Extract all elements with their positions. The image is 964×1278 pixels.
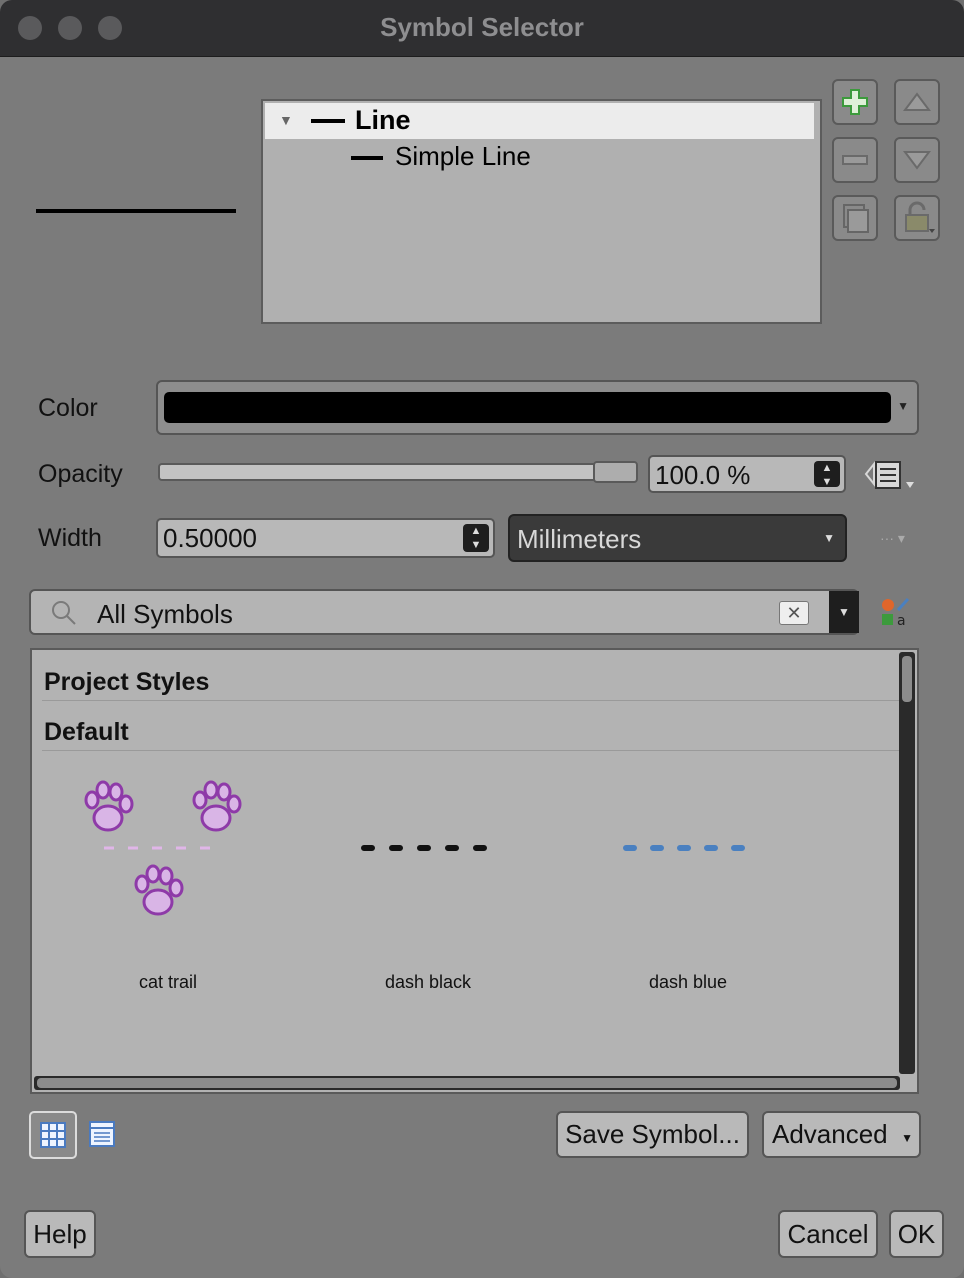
duplicate-layer-button[interactable] bbox=[832, 195, 878, 241]
list-view-icon bbox=[89, 1121, 115, 1147]
list-view-button[interactable] bbox=[80, 1111, 128, 1159]
svg-text:a: a bbox=[897, 613, 906, 628]
symbol-preview bbox=[36, 209, 236, 213]
color-label: Color bbox=[38, 394, 98, 422]
symbol-item-cat-trail[interactable]: cat trail bbox=[68, 768, 268, 998]
icon-view-button[interactable] bbox=[29, 1111, 77, 1159]
grid-view-icon bbox=[40, 1122, 66, 1148]
horizontal-scroll-thumb[interactable] bbox=[37, 1078, 897, 1088]
width-unit-combo[interactable]: Millimeters ▼ bbox=[508, 514, 847, 562]
line-symbol-icon bbox=[311, 119, 345, 123]
advanced-label: Advanced bbox=[772, 1119, 888, 1149]
section-default: Default bbox=[44, 718, 129, 746]
tree-item-line[interactable]: ▼ Line bbox=[265, 103, 814, 139]
cancel-button[interactable]: Cancel bbox=[778, 1210, 878, 1258]
symbol-name: dash blue bbox=[648, 972, 728, 992]
width-spinbox[interactable]: 0.50000 ▲ ▼ bbox=[156, 518, 495, 558]
section-divider bbox=[42, 700, 900, 701]
search-icon bbox=[52, 601, 76, 625]
opacity-value: 100.0 % bbox=[655, 460, 751, 490]
symbol-filter-combo[interactable]: All Symbols ✕ ▼ bbox=[29, 589, 859, 635]
symbol-item-dash-blue[interactable]: dash blue bbox=[588, 768, 788, 998]
opacity-label: Opacity bbox=[38, 460, 123, 488]
more-icon: ··· ▾ bbox=[880, 530, 905, 546]
spin-arrows-icon[interactable]: ▲ ▼ bbox=[463, 524, 489, 552]
opacity-slider[interactable] bbox=[158, 463, 638, 481]
help-button[interactable]: Help bbox=[24, 1210, 96, 1258]
width-unit-value: Millimeters bbox=[517, 524, 642, 554]
dropdown-arrow-icon[interactable]: ▼ bbox=[829, 591, 859, 633]
collapse-arrow-icon[interactable]: ▼ bbox=[279, 112, 293, 128]
title-bar: Symbol Selector bbox=[0, 0, 964, 57]
lock-layer-button[interactable] bbox=[894, 195, 940, 241]
opacity-spinbox[interactable]: 100.0 % ▲ ▼ bbox=[648, 455, 846, 493]
symbol-name: dash black bbox=[384, 972, 472, 992]
duplicate-icon bbox=[843, 204, 869, 233]
color-button[interactable]: ▼ bbox=[156, 380, 919, 435]
opacity-slider-handle[interactable] bbox=[593, 461, 638, 483]
save-symbol-button[interactable]: Save Symbol... bbox=[556, 1111, 749, 1158]
add-icon bbox=[842, 89, 868, 115]
arrow-down-icon bbox=[903, 151, 931, 170]
tree-item-simple-line-label: Simple Line bbox=[395, 141, 531, 171]
dropdown-arrow-icon: ▼ bbox=[823, 531, 835, 545]
section-project-styles: Project Styles bbox=[44, 668, 210, 696]
move-up-button[interactable] bbox=[894, 79, 940, 125]
advanced-button[interactable]: Advanced ▼ bbox=[762, 1111, 921, 1158]
remove-icon bbox=[842, 155, 868, 165]
dropdown-arrow-icon: ▼ bbox=[901, 1131, 913, 1145]
width-label: Width bbox=[38, 524, 102, 552]
data-defined-override-icon[interactable] bbox=[864, 458, 920, 496]
remove-layer-button[interactable] bbox=[832, 137, 878, 183]
style-manager-icon[interactable]: a bbox=[880, 596, 914, 628]
simple-line-icon bbox=[351, 156, 383, 160]
horizontal-scrollbar[interactable] bbox=[34, 1076, 900, 1090]
symbol-name: cat trail bbox=[138, 972, 198, 992]
tree-item-simple-line[interactable]: Simple Line bbox=[351, 141, 651, 177]
dropdown-arrow-icon: ▼ bbox=[897, 399, 909, 413]
clear-icon[interactable]: ✕ bbox=[779, 601, 809, 625]
tree-item-line-label: Line bbox=[355, 105, 411, 135]
symbol-library-list: Project Styles Default cat trail dash bl… bbox=[30, 648, 919, 1094]
vertical-scroll-thumb[interactable] bbox=[902, 656, 912, 702]
ok-button[interactable]: OK bbox=[889, 1210, 944, 1258]
width-override-button[interactable]: ··· ▾ bbox=[880, 530, 920, 558]
window-title: Symbol Selector bbox=[380, 12, 584, 42]
filter-value: All Symbols bbox=[97, 599, 233, 629]
section-divider bbox=[42, 750, 900, 751]
color-swatch bbox=[164, 392, 891, 423]
vertical-scrollbar[interactable] bbox=[899, 652, 915, 1074]
lock-icon bbox=[905, 201, 935, 233]
dashed-line-black-icon bbox=[361, 845, 487, 851]
symbol-layer-tree: ▼ Line Simple Line bbox=[261, 99, 822, 324]
arrow-up-icon bbox=[903, 92, 931, 111]
symbol-selector-window: Symbol Selector ▼ Line Simple Line Color… bbox=[0, 0, 964, 1278]
paw-print-trail-icon bbox=[84, 780, 242, 916]
move-down-button[interactable] bbox=[894, 137, 940, 183]
symbol-item-dash-black[interactable]: dash black bbox=[328, 768, 528, 998]
width-value: 0.50000 bbox=[163, 523, 257, 553]
spin-arrows-icon[interactable]: ▲ ▼ bbox=[814, 461, 840, 488]
add-layer-button[interactable] bbox=[832, 79, 878, 125]
dashed-line-blue-icon bbox=[623, 845, 749, 851]
